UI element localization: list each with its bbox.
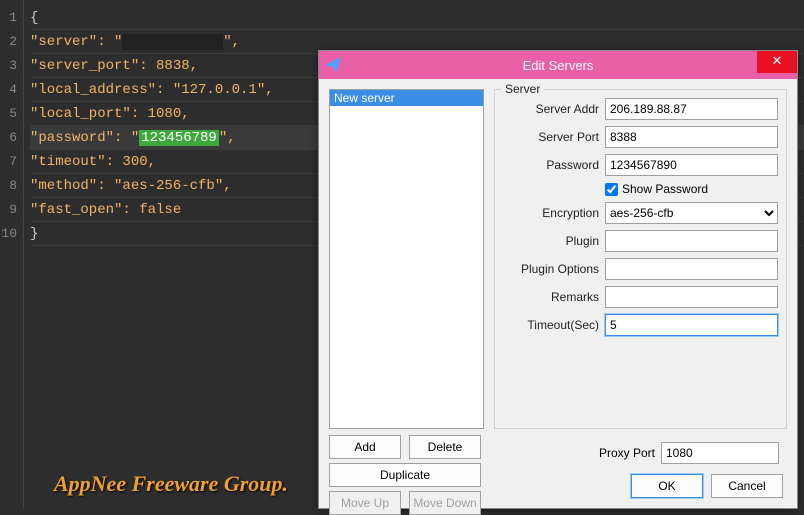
show-password-checkbox[interactable] [605, 183, 618, 196]
show-password-label: Show Password [622, 182, 708, 196]
edit-servers-dialog: Edit Servers ✕ New server Server Server … [318, 50, 798, 509]
dialog-title: Edit Servers [319, 58, 797, 73]
proxy-port-input[interactable] [661, 442, 779, 464]
delete-button[interactable]: Delete [409, 435, 481, 459]
code-line: { [30, 6, 804, 30]
timeout-input[interactable] [605, 314, 778, 336]
move-up-button[interactable]: Move Up [329, 491, 401, 515]
plugin-input[interactable] [605, 230, 778, 252]
server-list-item[interactable]: New server [330, 90, 483, 106]
server-port-label: Server Port [503, 130, 599, 144]
server-listbox[interactable]: New server [329, 89, 484, 429]
server-addr-label: Server Addr [503, 102, 599, 116]
server-group: Server Server Addr Server Port Password … [494, 89, 787, 429]
remarks-label: Remarks [503, 290, 599, 304]
plugin-label: Plugin [503, 234, 599, 248]
close-button[interactable]: ✕ [757, 51, 797, 73]
duplicate-button[interactable]: Duplicate [329, 463, 481, 487]
ok-button[interactable]: OK [631, 474, 703, 498]
line-gutter: 1 2 3 4 5 6 7 8 9 10 [0, 0, 24, 509]
timeout-label: Timeout(Sec) [503, 318, 599, 332]
encryption-label: Encryption [503, 206, 599, 220]
watermark-text: AppNee Freeware Group. [54, 471, 288, 497]
server-group-legend: Server [501, 82, 544, 96]
server-port-input[interactable] [605, 126, 778, 148]
close-icon: ✕ [772, 53, 783, 68]
password-label: Password [503, 158, 599, 172]
server-addr-input[interactable] [605, 98, 778, 120]
cancel-button[interactable]: Cancel [711, 474, 783, 498]
move-down-button[interactable]: Move Down [409, 491, 481, 515]
encryption-select[interactable]: aes-256-cfb [605, 202, 778, 224]
dialog-titlebar[interactable]: Edit Servers ✕ [319, 51, 797, 79]
plugin-options-label: Plugin Options [503, 262, 599, 276]
remarks-input[interactable] [605, 286, 778, 308]
add-button[interactable]: Add [329, 435, 401, 459]
proxy-port-label: Proxy Port [599, 446, 655, 460]
password-input[interactable] [605, 154, 778, 176]
plugin-options-input[interactable] [605, 258, 778, 280]
proxy-port-row: Proxy Port [599, 442, 779, 464]
